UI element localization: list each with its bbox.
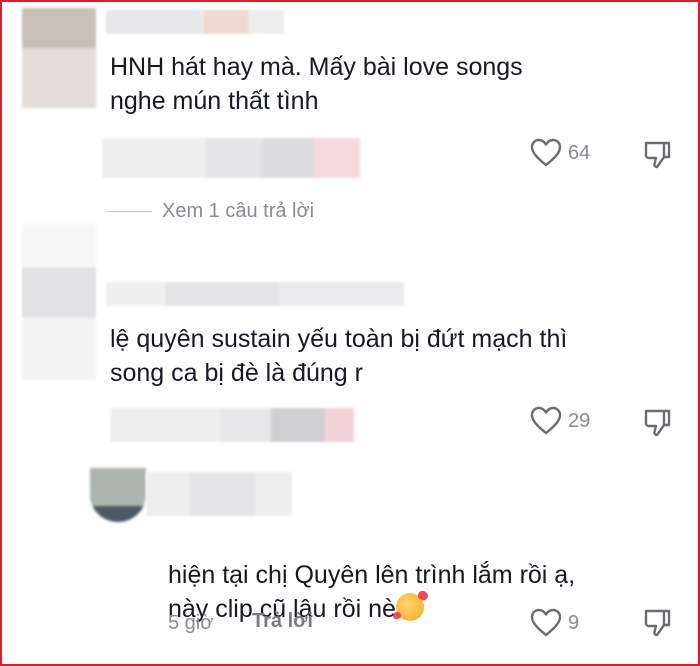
heart-icon <box>530 138 562 167</box>
view-replies-label: Xem 1 câu trả lời <box>162 200 315 222</box>
dislike-icon[interactable] <box>642 140 672 170</box>
dislike-icon[interactable] <box>642 408 672 438</box>
username-redacted[interactable] <box>106 282 404 306</box>
divider <box>106 210 152 213</box>
like-count: 64 <box>568 141 591 164</box>
username-redacted[interactable] <box>106 10 284 34</box>
like-button[interactable]: 9 <box>530 608 579 638</box>
reply-timestamp: 5 giờ <box>168 612 214 634</box>
meta-redacted <box>102 138 360 178</box>
avatar[interactable] <box>22 224 96 380</box>
reply-button[interactable]: Trả lời <box>252 610 313 633</box>
avatar[interactable] <box>90 468 146 522</box>
username-redacted[interactable] <box>146 472 292 516</box>
comment-text: HNH hát hay mà. Mấy bài love songs nghe … <box>110 53 523 115</box>
avatar[interactable] <box>22 8 96 108</box>
like-count: 9 <box>568 611 580 634</box>
heart-icon <box>530 608 562 637</box>
like-button[interactable]: 29 <box>530 406 590 436</box>
reply-text: hiện tại chị Quyên lên trình lắm rồi ạ, … <box>168 524 575 626</box>
like-count: 29 <box>568 409 591 432</box>
comment-text: lệ quyên sustain yếu toàn bị đứt mạch th… <box>110 325 568 387</box>
smiling-face-with-hearts-icon <box>395 593 424 621</box>
meta-redacted <box>110 408 354 442</box>
reply-text-content: hiện tại chị Quyên lên trình lắm rồi ạ, … <box>168 561 576 623</box>
view-replies-button[interactable]: Xem 1 câu trả lời <box>106 200 314 223</box>
like-button[interactable]: 64 <box>530 138 590 168</box>
dislike-icon[interactable] <box>642 608 672 638</box>
comment-thread: HNH hát hay mà. Mấy bài love songs nghe … <box>0 0 700 666</box>
heart-icon <box>530 406 562 435</box>
